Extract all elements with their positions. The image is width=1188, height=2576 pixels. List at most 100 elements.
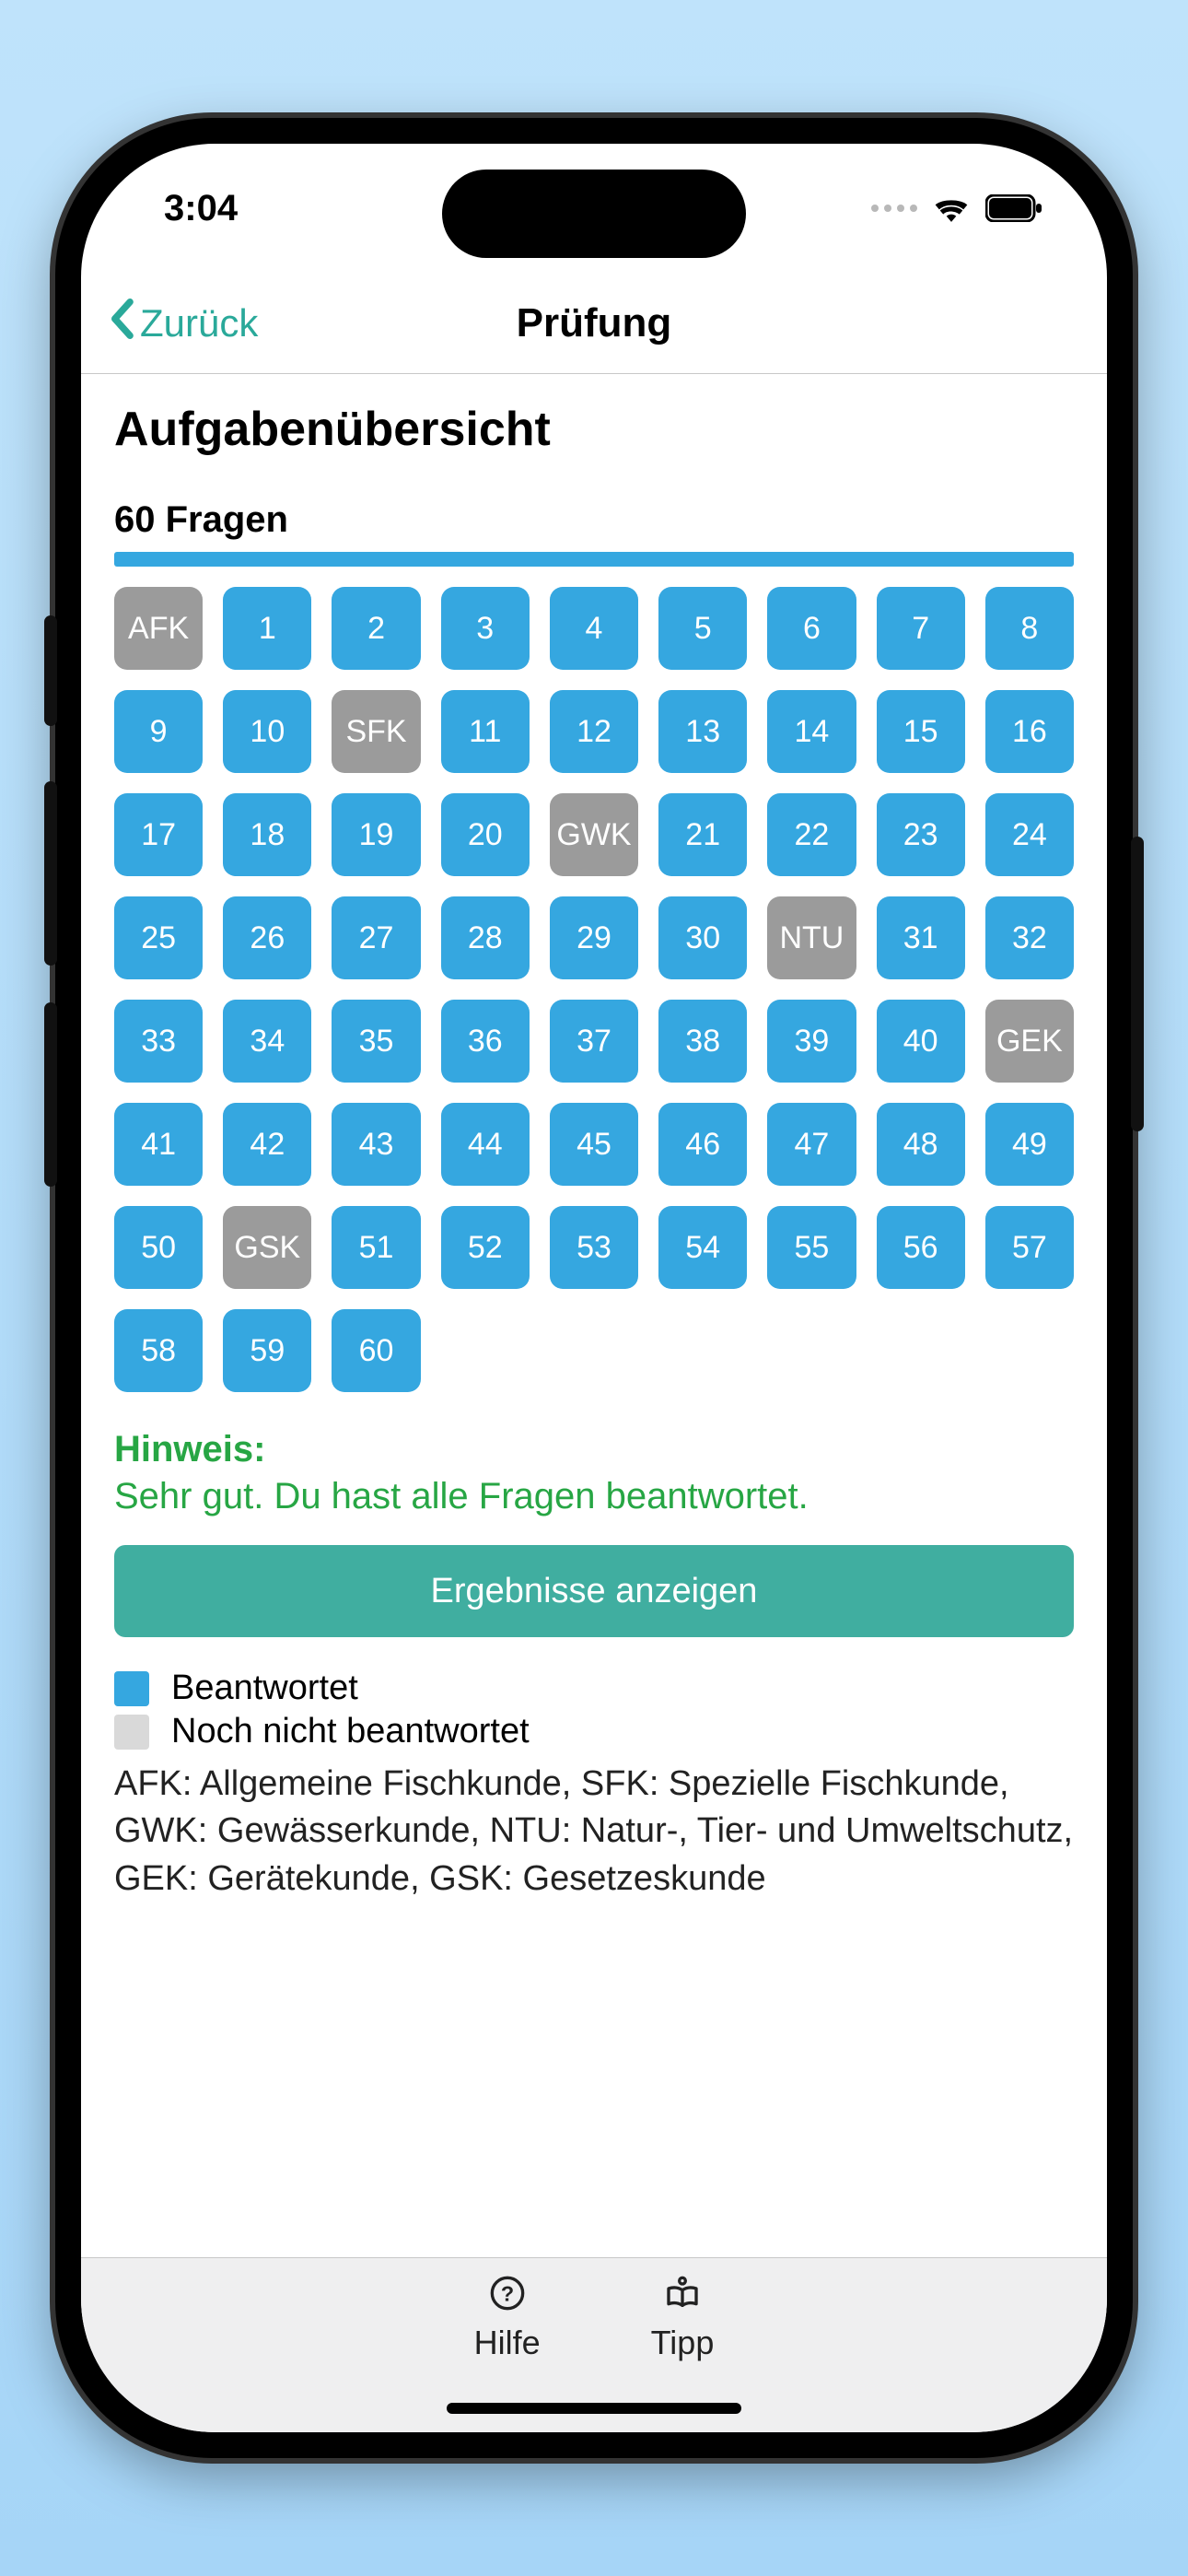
question-cell[interactable]: 41 xyxy=(114,1103,203,1186)
section-cell-afk[interactable]: AFK xyxy=(114,587,203,670)
question-cell[interactable]: 15 xyxy=(877,690,965,773)
question-cell[interactable]: 50 xyxy=(114,1206,203,1289)
question-cell[interactable]: 38 xyxy=(658,1000,747,1083)
question-cell[interactable]: 35 xyxy=(332,1000,420,1083)
question-cell[interactable]: 19 xyxy=(332,793,420,876)
show-results-button[interactable]: Ergebnisse anzeigen xyxy=(114,1545,1074,1637)
question-cell[interactable]: 23 xyxy=(877,793,965,876)
question-cell[interactable]: 6 xyxy=(767,587,856,670)
cellular-icon xyxy=(871,205,917,212)
question-cell[interactable]: 31 xyxy=(877,896,965,979)
section-cell-gwk[interactable]: GWK xyxy=(550,793,638,876)
question-cell[interactable]: 39 xyxy=(767,1000,856,1083)
nav-title: Prüfung xyxy=(517,300,672,346)
tab-tip[interactable]: Tipp xyxy=(651,2275,715,2362)
legend-unanswered: Noch nicht beantwortet xyxy=(114,1712,1074,1751)
content: Aufgabenübersicht 60 Fragen AFK123456789… xyxy=(81,374,1107,2257)
question-cell[interactable]: 40 xyxy=(877,1000,965,1083)
question-cell[interactable]: 21 xyxy=(658,793,747,876)
question-cell[interactable]: 18 xyxy=(223,793,311,876)
question-cell[interactable]: 4 xyxy=(550,587,638,670)
question-cell[interactable]: 1 xyxy=(223,587,311,670)
question-cell[interactable]: 14 xyxy=(767,690,856,773)
progress-bar xyxy=(114,552,1074,567)
nav-bar: Zurück Prüfung xyxy=(81,273,1107,374)
question-cell[interactable]: 24 xyxy=(985,793,1074,876)
question-cell[interactable]: 17 xyxy=(114,793,203,876)
question-cell[interactable]: 53 xyxy=(550,1206,638,1289)
question-count: 60 Fragen xyxy=(114,499,1074,541)
question-cell[interactable]: 29 xyxy=(550,896,638,979)
hint-text: Sehr gut. Du hast alle Fragen beantworte… xyxy=(114,1476,1074,1517)
page-title: Aufgabenübersicht xyxy=(114,402,1074,457)
question-cell[interactable]: 51 xyxy=(332,1206,420,1289)
question-cell[interactable]: 45 xyxy=(550,1103,638,1186)
notch xyxy=(442,170,746,258)
back-label: Zurück xyxy=(140,301,258,345)
legend-answered: Beantwortet xyxy=(114,1669,1074,1708)
question-cell[interactable]: 49 xyxy=(985,1103,1074,1186)
home-indicator[interactable] xyxy=(447,2403,741,2414)
tab-help[interactable]: ? Hilfe xyxy=(474,2275,541,2362)
question-cell[interactable]: 12 xyxy=(550,690,638,773)
question-cell[interactable]: 26 xyxy=(223,896,311,979)
question-cell[interactable]: 46 xyxy=(658,1103,747,1186)
question-cell[interactable]: 13 xyxy=(658,690,747,773)
section-cell-gek[interactable]: GEK xyxy=(985,1000,1074,1083)
question-cell[interactable]: 8 xyxy=(985,587,1074,670)
question-cell[interactable]: 55 xyxy=(767,1206,856,1289)
side-button xyxy=(44,1002,57,1187)
question-cell[interactable]: 27 xyxy=(332,896,420,979)
question-cell[interactable]: 10 xyxy=(223,690,311,773)
side-button xyxy=(44,615,57,726)
question-cell[interactable]: 34 xyxy=(223,1000,311,1083)
section-cell-gsk[interactable]: GSK xyxy=(223,1206,311,1289)
question-cell[interactable]: 58 xyxy=(114,1309,203,1392)
legend-answered-label: Beantwortet xyxy=(171,1669,358,1708)
legend-swatch-answered xyxy=(114,1671,149,1706)
battery-icon xyxy=(985,194,1042,222)
tab-tip-label: Tipp xyxy=(651,2324,715,2362)
question-cell[interactable]: 47 xyxy=(767,1103,856,1186)
question-cell[interactable]: 20 xyxy=(441,793,530,876)
question-cell[interactable]: 11 xyxy=(441,690,530,773)
question-cell[interactable]: 44 xyxy=(441,1103,530,1186)
section-cell-sfk[interactable]: SFK xyxy=(332,690,420,773)
wifi-icon xyxy=(932,193,971,223)
section-cell-ntu[interactable]: NTU xyxy=(767,896,856,979)
question-cell[interactable]: 54 xyxy=(658,1206,747,1289)
legend-unanswered-label: Noch nicht beantwortet xyxy=(171,1712,530,1751)
question-cell[interactable]: 30 xyxy=(658,896,747,979)
question-cell[interactable]: 28 xyxy=(441,896,530,979)
question-cell[interactable]: 5 xyxy=(658,587,747,670)
side-button xyxy=(1131,837,1144,1131)
question-cell[interactable]: 56 xyxy=(877,1206,965,1289)
question-cell[interactable]: 3 xyxy=(441,587,530,670)
question-cell[interactable]: 43 xyxy=(332,1103,420,1186)
question-cell[interactable]: 33 xyxy=(114,1000,203,1083)
question-cell[interactable]: 2 xyxy=(332,587,420,670)
question-cell[interactable]: 57 xyxy=(985,1206,1074,1289)
screen: 3:04 Zurück Prüfung xyxy=(81,144,1107,2432)
question-cell[interactable]: 42 xyxy=(223,1103,311,1186)
chevron-left-icon xyxy=(109,299,134,348)
question-cell[interactable]: 16 xyxy=(985,690,1074,773)
question-cell[interactable]: 7 xyxy=(877,587,965,670)
back-button[interactable]: Zurück xyxy=(109,299,258,348)
legend-swatch-unanswered xyxy=(114,1715,149,1750)
question-cell[interactable]: 32 xyxy=(985,896,1074,979)
question-cell[interactable]: 52 xyxy=(441,1206,530,1289)
question-cell[interactable]: 36 xyxy=(441,1000,530,1083)
phone-frame: 3:04 Zurück Prüfung xyxy=(55,118,1133,2458)
side-button xyxy=(44,781,57,966)
question-cell[interactable]: 37 xyxy=(550,1000,638,1083)
question-cell[interactable]: 60 xyxy=(332,1309,420,1392)
question-cell[interactable]: 59 xyxy=(223,1309,311,1392)
help-icon: ? xyxy=(489,2275,526,2320)
question-grid: AFK12345678910SFK11121314151617181920GWK… xyxy=(114,587,1074,1392)
question-cell[interactable]: 22 xyxy=(767,793,856,876)
question-cell[interactable]: 48 xyxy=(877,1103,965,1186)
question-cell[interactable]: 9 xyxy=(114,690,203,773)
question-cell[interactable]: 25 xyxy=(114,896,203,979)
status-time: 3:04 xyxy=(164,188,238,229)
